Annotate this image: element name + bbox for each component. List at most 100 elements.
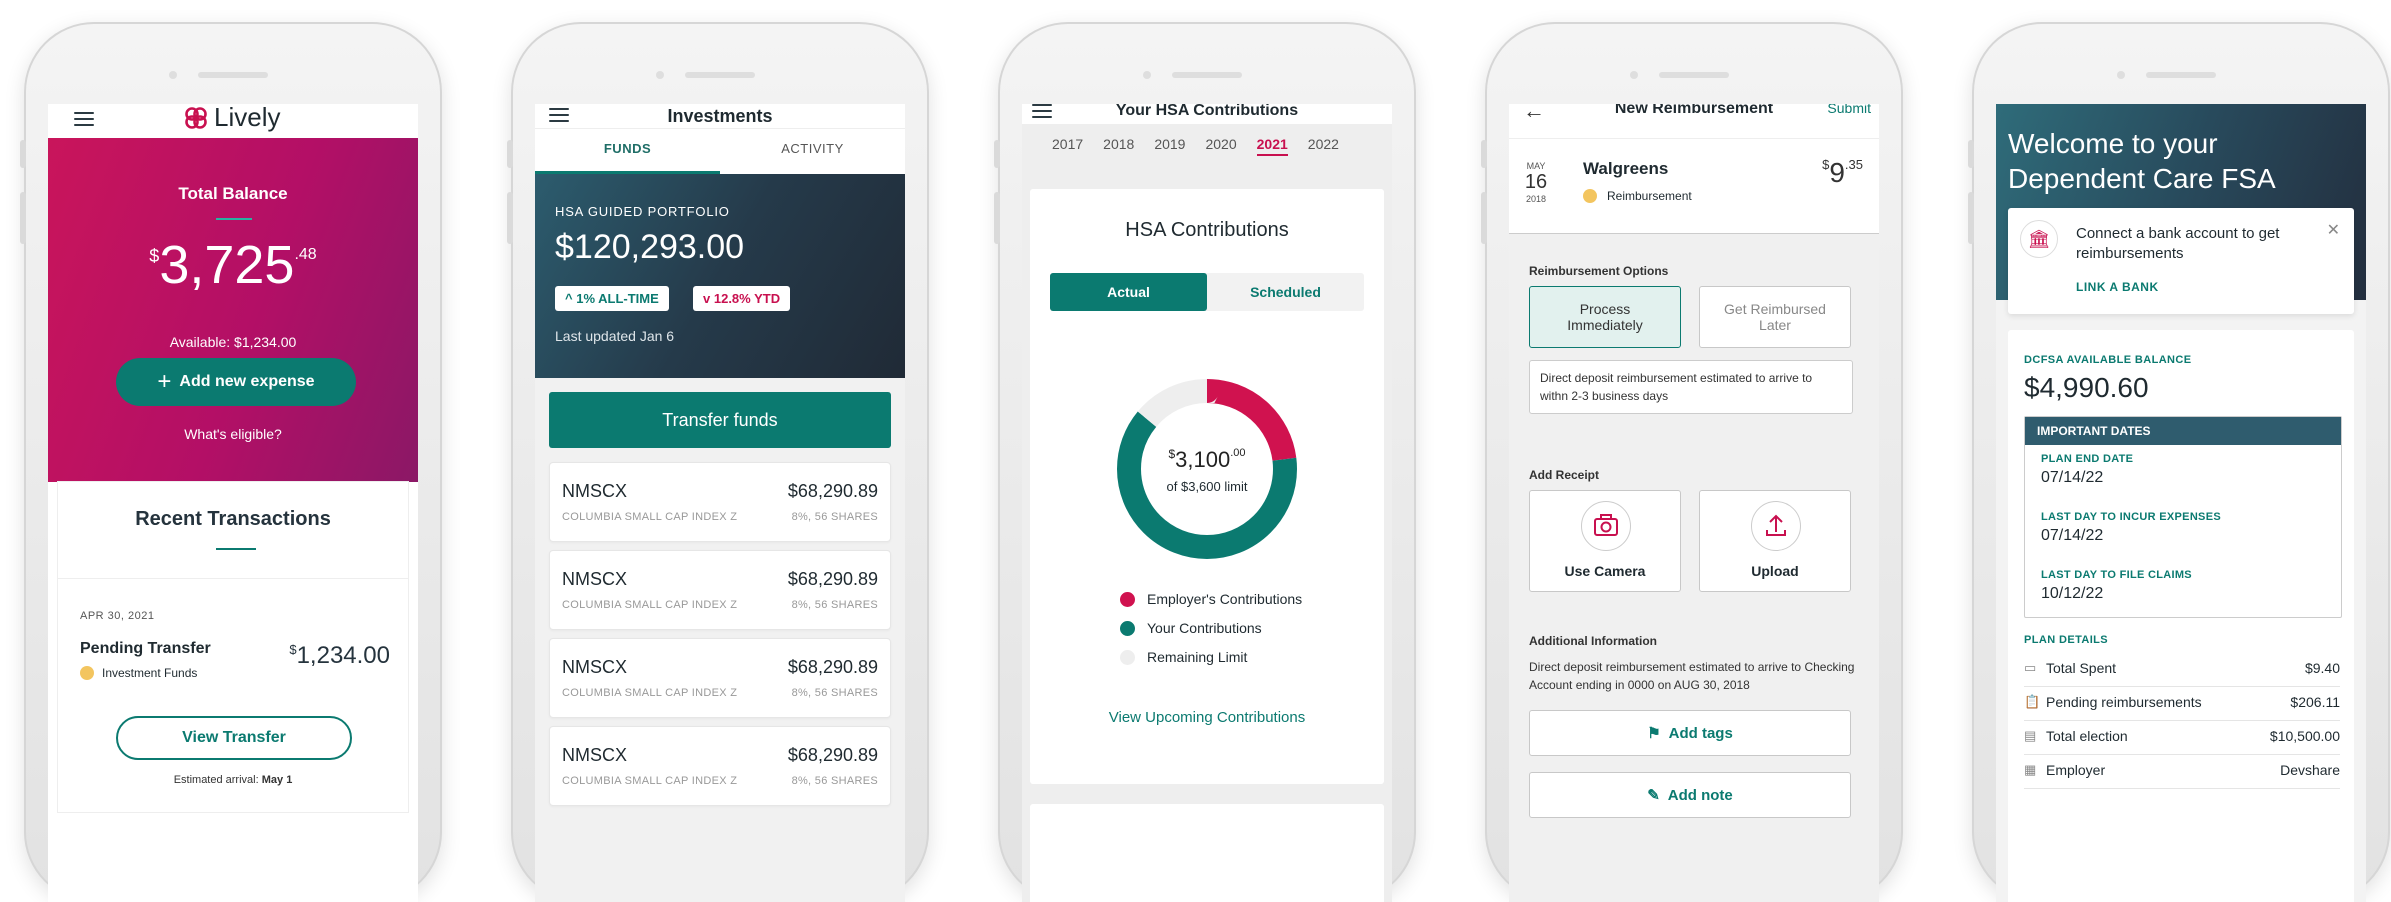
legend-item: Remaining Limit (1120, 649, 1302, 665)
connect-bank-text: Connect a bank account to get reimbursem… (2076, 225, 2280, 262)
fund-ticker: NMSCX (562, 657, 628, 677)
toggle-actual[interactable]: Actual (1050, 273, 1207, 311)
clipboard-icon: 📋 (2024, 694, 2041, 709)
plan-details-title: PLAN DETAILS (2024, 634, 2109, 646)
view-transfer-button[interactable]: View Transfer (116, 716, 352, 760)
connect-bank-card: 🏛 Connect a bank account to get reimburs… (2008, 208, 2354, 314)
balance-value: $4,990.60 (2024, 372, 2149, 403)
transaction-amount: $1,234.00 (289, 642, 390, 669)
additional-section-title: Additional Information (1529, 634, 1657, 648)
get-reimbursed-later-option[interactable]: Get Reimbursed Later (1699, 286, 1851, 348)
type-dot-icon (1583, 189, 1597, 203)
date-label: LAST DAY TO INCUR EXPENSES (2041, 511, 2221, 523)
portfolio-value: $120,293.00 (555, 228, 745, 266)
fund-row[interactable]: NMSCX $68,290.89 COLUMBIA SMALL CAP INDEX … (549, 726, 891, 806)
upload-label: Upload (1751, 563, 1799, 579)
use-camera-button[interactable]: Use Camera (1529, 490, 1681, 592)
fund-row[interactable]: NMSCX $68,290.89 COLUMBIA SMALL CAP INDEX … (549, 550, 891, 630)
plus-icon: + (157, 368, 172, 395)
add-note-button[interactable]: ✎ Add note (1529, 772, 1851, 818)
balance-title: Total Balance (178, 184, 288, 203)
transaction-category: Investment Funds (80, 666, 197, 680)
date-value: 10/12/22 (2041, 585, 2104, 602)
total-balance-amount: $3,725.48 (149, 235, 317, 295)
fund-name: COLUMBIA SMALL CAP INDEX Z (562, 687, 738, 699)
tab-activity[interactable]: ACTIVITY (720, 141, 905, 156)
brand-name: Lively (214, 104, 281, 132)
year-tab-2019[interactable]: 2019 (1154, 136, 1185, 156)
year-tab-2020[interactable]: 2020 (1205, 136, 1236, 156)
fund-ticker: NMSCX (562, 745, 628, 765)
donut-total: $3,100.00 (1168, 447, 1246, 472)
estimated-arrival: Estimated arrival: May 1 (173, 774, 293, 786)
fund-value: $68,290.89 (787, 569, 878, 589)
phone-frame-reimbursement: ← New Reimbursement Submit MAY 16 2018 W… (1481, 22, 1903, 902)
view-upcoming-link[interactable]: View Upcoming Contributions (1030, 709, 1384, 726)
fund-value: $68,290.89 (787, 745, 878, 765)
portfolio-label: HSA GUIDED PORTFOLIO (555, 204, 730, 219)
reimbursement-screen: ← New Reimbursement Submit MAY 16 2018 W… (1509, 104, 1879, 902)
fund-ticker: NMSCX (562, 481, 628, 501)
add-expense-button[interactable]: + Add new expense (116, 358, 356, 406)
id-card-icon: ▤ (2024, 728, 2037, 743)
dcfsa-screen: Welcome to your Dependent Care FSA 🏛 Con… (1996, 104, 2366, 902)
additional-text: Direct deposit reimbursement estimated t… (1529, 660, 1855, 692)
recent-transactions-title: Recent Transactions (135, 508, 331, 530)
available-balance: Available: $1,234.00 (169, 334, 297, 350)
phone-frame-dcfsa: Welcome to your Dependent Care FSA 🏛 Con… (1968, 22, 2390, 902)
receipt-section-title: Add Receipt (1529, 468, 1600, 482)
date-value: 07/14/22 (2041, 527, 2104, 544)
submit-button[interactable]: Submit (1827, 104, 1871, 116)
process-immediately-option[interactable]: Process Immediately (1529, 286, 1681, 348)
card-title: HSA Contributions (1125, 219, 1289, 241)
bank-icon: 🏛 (2020, 220, 2058, 258)
chevron-down-icon: v (703, 291, 711, 306)
link-bank-button[interactable]: LINK A BANK (2076, 280, 2159, 294)
year-tab-2017[interactable]: 2017 (1052, 136, 1083, 156)
fund-detail: 8%, 56 SHARES (791, 775, 878, 787)
legend-dot-icon (1120, 620, 1135, 636)
dashboard-screen: Lively Total Balance $3,725.48 Available… (48, 104, 418, 902)
camera-label: Use Camera (1564, 563, 1646, 579)
plan-detail-row: ▤ Total election $10,500.00 (2024, 724, 2340, 755)
reimbursement-type: Reimbursement (1583, 189, 1692, 203)
fund-value: $68,290.89 (787, 481, 878, 501)
portfolio-panel: HSA GUIDED PORTFOLIO $120,293.00 ^ 1% AL… (535, 174, 905, 378)
add-tags-button[interactable]: ⚑ Add tags (1529, 710, 1851, 756)
ytd-badge: v 12.8% YTD (693, 286, 791, 311)
year-tab-2018[interactable]: 2018 (1103, 136, 1134, 156)
toggle-scheduled[interactable]: Scheduled (1207, 273, 1364, 311)
fund-name: COLUMBIA SMALL CAP INDEX Z (562, 511, 738, 523)
page-title: New Reimbursement (1614, 104, 1774, 117)
year-tab-2021[interactable]: 2021 (1256, 136, 1288, 156)
edit-icon: ✎ (1647, 787, 1660, 804)
fund-name: COLUMBIA SMALL CAP INDEX Z (562, 775, 738, 787)
camera-icon (1581, 501, 1631, 551)
upload-button[interactable]: Upload (1699, 490, 1851, 592)
legend-dot-icon (1120, 649, 1135, 665)
transfer-funds-button[interactable]: Transfer funds (549, 392, 891, 448)
card-icon: ▭ (2024, 660, 2037, 675)
alltime-badge: ^ 1% ALL-TIME (555, 286, 669, 311)
investments-screen: Investments FUNDS ACTIVITY HSA GUIDED PO… (535, 104, 905, 902)
legend-item: Your Contributions (1120, 620, 1302, 636)
balance-underline (216, 218, 252, 220)
year-tab-2022[interactable]: 2022 (1308, 136, 1339, 156)
plan-detail-row: 📋 Pending reimbursements $206.11 (2024, 690, 2340, 721)
whats-eligible-link[interactable]: What's eligible? (48, 426, 418, 442)
fund-detail: 8%, 56 SHARES (791, 511, 878, 523)
transaction-date: APR 30, 2021 (80, 610, 155, 622)
chart-legend: Employer's Contributions Your Contributio… (1120, 591, 1302, 678)
category-dot-icon (80, 666, 94, 680)
tab-funds[interactable]: FUNDS (535, 141, 720, 156)
recent-transactions-card: Recent Transactions APR 30, 2021 Pending… (58, 482, 408, 812)
transaction-title[interactable]: Pending Transfer (80, 640, 211, 658)
tag-icon: ⚑ (1647, 725, 1661, 742)
phone-frame-contributions: Your HSA Contributions 2017 2018 2019 2020 2… (994, 22, 1416, 902)
upload-icon (1751, 501, 1801, 551)
fund-row[interactable]: NMSCX $68,290.89 COLUMBIA SMALL CAP INDEX … (549, 462, 891, 542)
menu-icon[interactable] (74, 112, 94, 126)
close-icon[interactable]: ✕ (2327, 220, 2340, 240)
donut-caption: of $3,600 limit (1166, 479, 1248, 494)
fund-row[interactable]: NMSCX $68,290.89 COLUMBIA SMALL CAP INDEX … (549, 638, 891, 718)
